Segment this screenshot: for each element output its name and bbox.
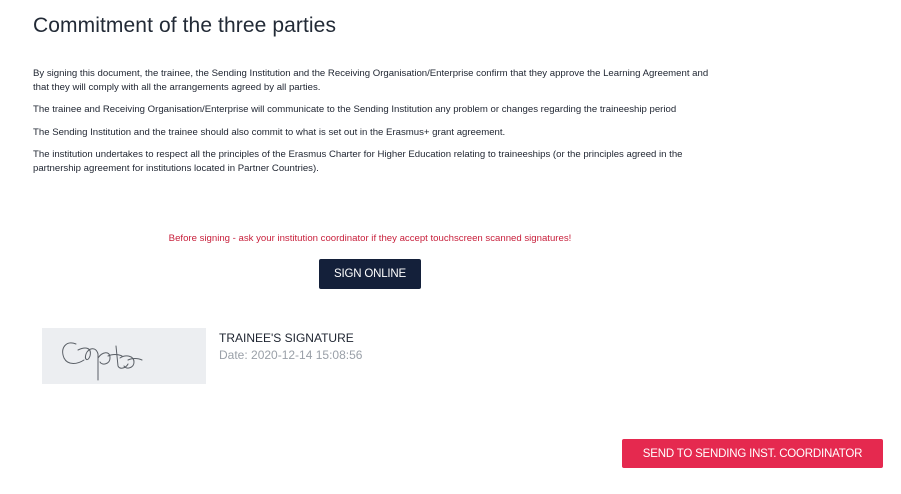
signature-label: TRAINEE'S SIGNATURE xyxy=(219,331,354,345)
commitment-text: By signing this document, the trainee, t… xyxy=(33,67,723,184)
commitment-paragraph: By signing this document, the trainee, t… xyxy=(33,68,709,93)
signature-date: Date: 2020-12-14 15:08:56 xyxy=(219,348,363,362)
handwritten-signature-icon xyxy=(62,342,143,381)
commitment-paragraph: The institution undertakes to respect al… xyxy=(33,149,683,174)
section-title: Commitment of the three parties xyxy=(33,14,337,37)
sign-online-button[interactable]: SIGN ONLINE xyxy=(319,259,421,289)
commitment-paragraph: The Sending Institution and the trainee … xyxy=(33,126,506,138)
signature-image xyxy=(42,328,206,384)
send-to-coordinator-button[interactable]: SEND TO SENDING INST. COORDINATOR xyxy=(622,439,883,468)
commitment-page: Commitment of the three parties By signi… xyxy=(0,0,901,494)
signature-warning: Before signing - ask your institution co… xyxy=(168,233,572,244)
commitment-paragraph: The trainee and Receiving Organisation/E… xyxy=(33,104,677,115)
